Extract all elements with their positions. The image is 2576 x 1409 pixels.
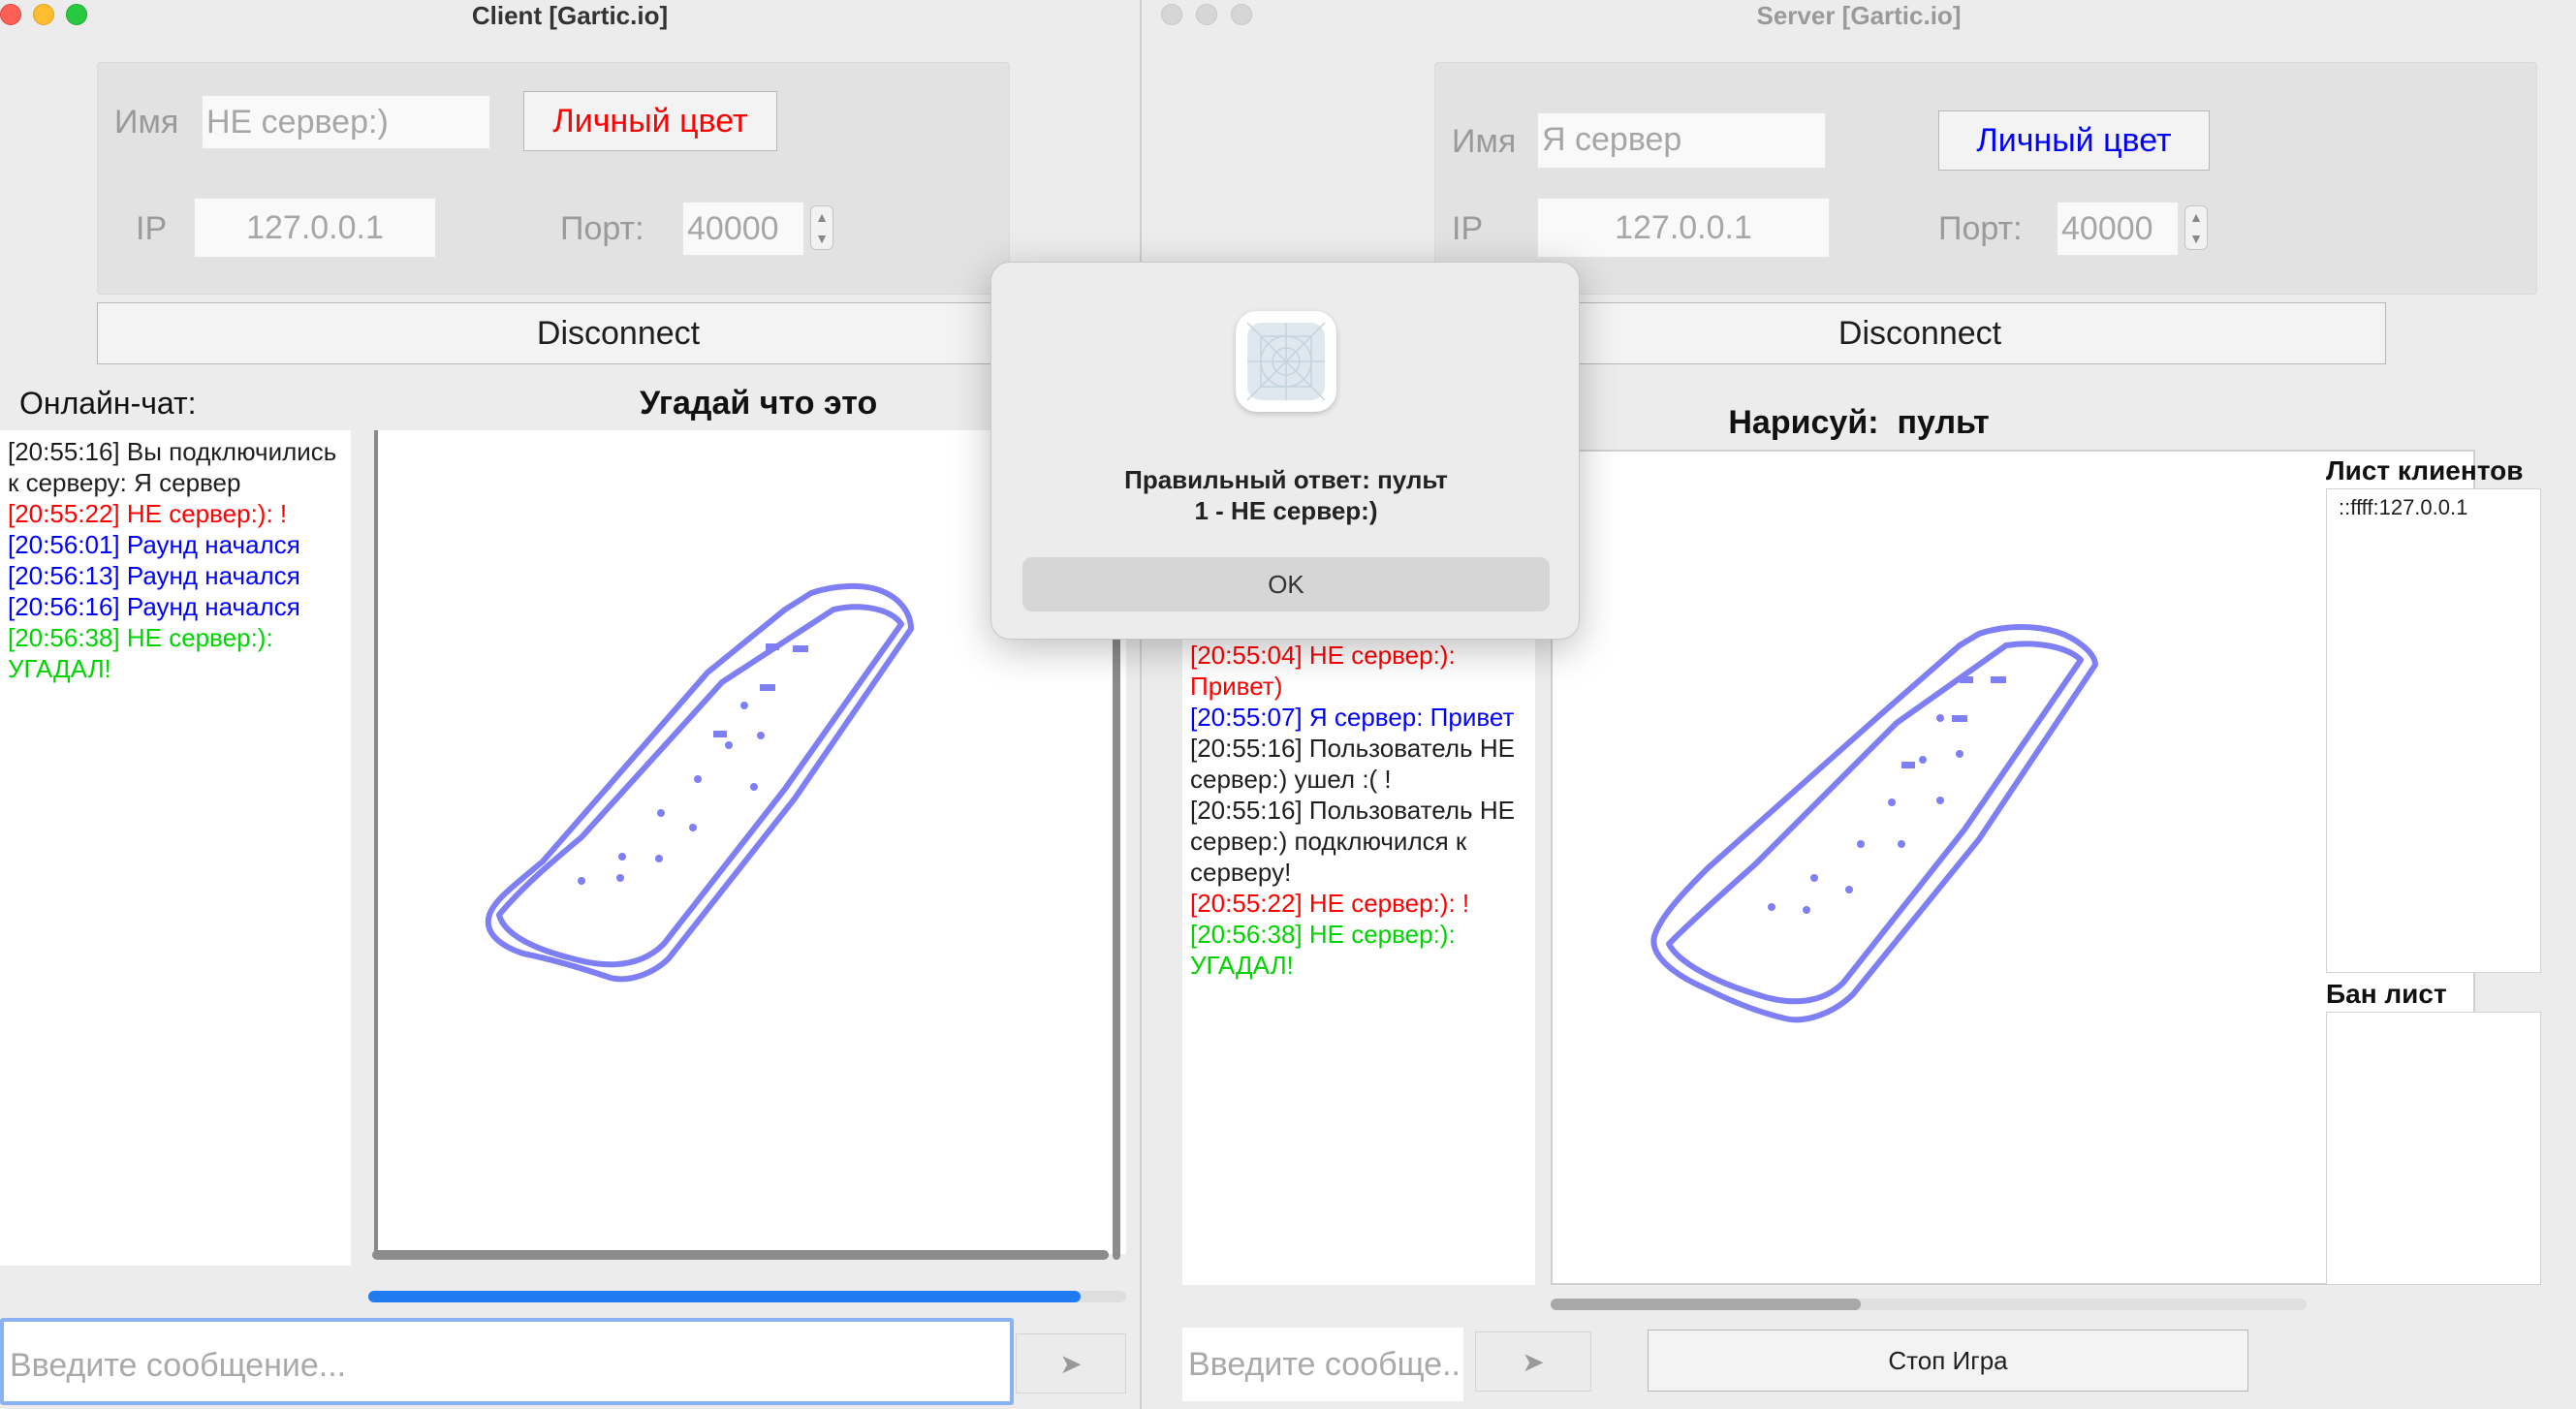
drawing-dash (1991, 676, 2006, 683)
chat-message: [20:56:38] НЕ сервер:): УГАДАЛ! (8, 623, 273, 683)
drawing-dash (766, 643, 779, 650)
chat-message: [20:55:07] Я сервер: Привет (1190, 703, 1515, 732)
drawing-dot (757, 732, 765, 739)
chat-message: [20:56:38] НЕ сервер:): УГАДАЛ! (1190, 920, 1456, 980)
chat-message: [20:56:13] Раунд начался (8, 561, 300, 590)
drawing-dash (713, 731, 727, 737)
client-chat-log: [20:55:16] Вы подключились к серверу: Я … (0, 430, 351, 1266)
drawing-dot (1956, 750, 1963, 758)
drawing-dash (760, 684, 775, 691)
drawing-dot (1936, 714, 1944, 722)
chat-message: [20:55:16] Пользователь НЕ сервер:) подк… (1190, 796, 1515, 887)
client-chat-title: Онлайн-чат: (19, 386, 197, 421)
server-clients-list: ::ffff:127.0.0.1 (2326, 488, 2541, 973)
server-port-stepper[interactable]: ▲ ▼ (2184, 205, 2208, 250)
drawing-stroke-inner (496, 604, 904, 968)
client-list-item[interactable]: ::ffff:127.0.0.1 (2339, 493, 2529, 522)
dialog-message-line1: Правильный ответ: пульт (1124, 465, 1448, 494)
drawing-stroke-outer (1650, 624, 2098, 1023)
send-icon: ➤ (1522, 1347, 1545, 1377)
client-name-label: Имя (114, 104, 179, 141)
drawing-dot (657, 809, 665, 817)
client-round-progress-fill (368, 1291, 1082, 1302)
chat-message: [20:55:22] НЕ сервер:): ! (8, 499, 288, 528)
chat-message: [20:55:16] Пользователь НЕ сервер:) ушел… (1190, 734, 1515, 794)
client-port-field[interactable]: 40000 (682, 202, 804, 256)
drawing-dash (1901, 762, 1915, 768)
drawing-dot (740, 702, 748, 709)
server-ban-list (2326, 1012, 2541, 1285)
client-canvas-hscroll[interactable] (372, 1250, 1109, 1260)
drawing-dot (1845, 886, 1853, 893)
drawing-dot (655, 855, 663, 862)
server-titlebar: Server [Gartic.io] (1142, 0, 2576, 39)
server-window-title: Server [Gartic.io] (1756, 1, 1962, 30)
drawing-dot (616, 874, 624, 882)
server-canvas-hscroll-thumb[interactable] (1551, 1299, 1861, 1310)
client-round-progress-track (368, 1291, 1126, 1302)
client-color-button[interactable]: Личный цвет (523, 91, 777, 151)
server-window: Server [Gartic.io] Имя Я сервер Личный ц… (1140, 0, 2576, 1409)
client-window-title: Client [Gartic.io] (471, 1, 669, 30)
chat-message: [20:55:16] Вы подключились к серверу: Я … (8, 437, 337, 497)
server-message-input[interactable]: Введите сообще... (1182, 1328, 1463, 1401)
drawing-dot (1810, 874, 1818, 882)
client-port-stepper[interactable]: ▲ ▼ (810, 205, 833, 250)
dialog-ok-button[interactable]: OK (1022, 557, 1550, 611)
server-color-button[interactable]: Личный цвет (1938, 110, 2210, 171)
client-port-label: Порт: (560, 210, 644, 247)
client-disconnect-button[interactable]: Disconnect (97, 302, 1140, 364)
server-settings-group (1434, 62, 2537, 295)
stop-game-button[interactable]: Стоп Игра (1648, 1330, 2248, 1392)
drawing-stroke-outer (485, 582, 914, 983)
app-placeholder-icon (1236, 311, 1336, 412)
server-draw-title: Нарисуй: пульт (1728, 404, 1990, 441)
client-message-input[interactable]: Введите сообщение... (0, 1318, 1014, 1405)
answer-dialog: Правильный ответ: пульт 1 - НЕ сервер:) … (990, 262, 1580, 640)
drawing-stroke-inner (1666, 641, 2084, 1005)
send-icon: ➤ (1059, 1349, 1083, 1379)
server-port-field[interactable]: 40000 (2057, 202, 2179, 256)
drawing-dot (725, 741, 733, 749)
server-send-button[interactable]: ➤ (1475, 1331, 1591, 1392)
server-canvas-hscroll-track (1551, 1299, 2307, 1310)
client-ip-field[interactable]: 127.0.0.1 (194, 198, 436, 258)
client-titlebar: Client [Gartic.io] (0, 0, 1140, 39)
server-disconnect-button[interactable]: Disconnect (1454, 302, 2386, 364)
drawing-dash (1952, 715, 1967, 722)
drawing-dot (1803, 906, 1810, 914)
drawing-dot (1857, 840, 1865, 848)
server-chat-log: [20:55:04] НЕ сервер:): Привет) [20:55:0… (1182, 634, 1535, 1285)
client-ip-label: IP (136, 210, 168, 247)
chat-message: [20:55:22] НЕ сервер:): ! (1190, 889, 1470, 918)
drawing-dot (578, 877, 585, 885)
server-name-label: Имя (1452, 123, 1517, 160)
chat-message: [20:56:16] Раунд начался (8, 592, 300, 621)
drawing-dot (750, 783, 758, 791)
drawing-dot (1888, 798, 1896, 806)
drawing-dot (1936, 797, 1944, 804)
server-ban-title: Бан лист (2326, 979, 2447, 1009)
dialog-message-line2: 1 - НЕ сервер:) (1194, 496, 1378, 525)
server-ip-label: IP (1452, 210, 1484, 247)
chat-message: [20:56:01] Раунд начался (8, 530, 300, 559)
server-port-label: Порт: (1938, 210, 2023, 247)
drawing-dot (1898, 840, 1905, 848)
drawing-dash (793, 645, 808, 652)
drawing-dash (1960, 676, 1973, 683)
drawing-dot (618, 853, 626, 861)
client-send-button[interactable]: ➤ (1016, 1333, 1126, 1393)
drawing-dot (689, 824, 697, 831)
drawing-dot (694, 775, 702, 783)
server-name-field[interactable]: Я сервер (1537, 112, 1826, 169)
drawing-dot (1919, 756, 1927, 764)
drawing-dot (1768, 903, 1775, 911)
client-name-field[interactable]: НЕ сервер:) (202, 95, 490, 149)
chat-message: [20:55:04] НЕ сервер:): Привет) (1190, 641, 1456, 701)
server-ip-field[interactable]: 127.0.0.1 (1537, 198, 1830, 258)
client-window: Client [Gartic.io] Имя НЕ сервер:) Личны… (0, 0, 1140, 1409)
server-clients-title: Лист клиентов (2326, 455, 2524, 485)
